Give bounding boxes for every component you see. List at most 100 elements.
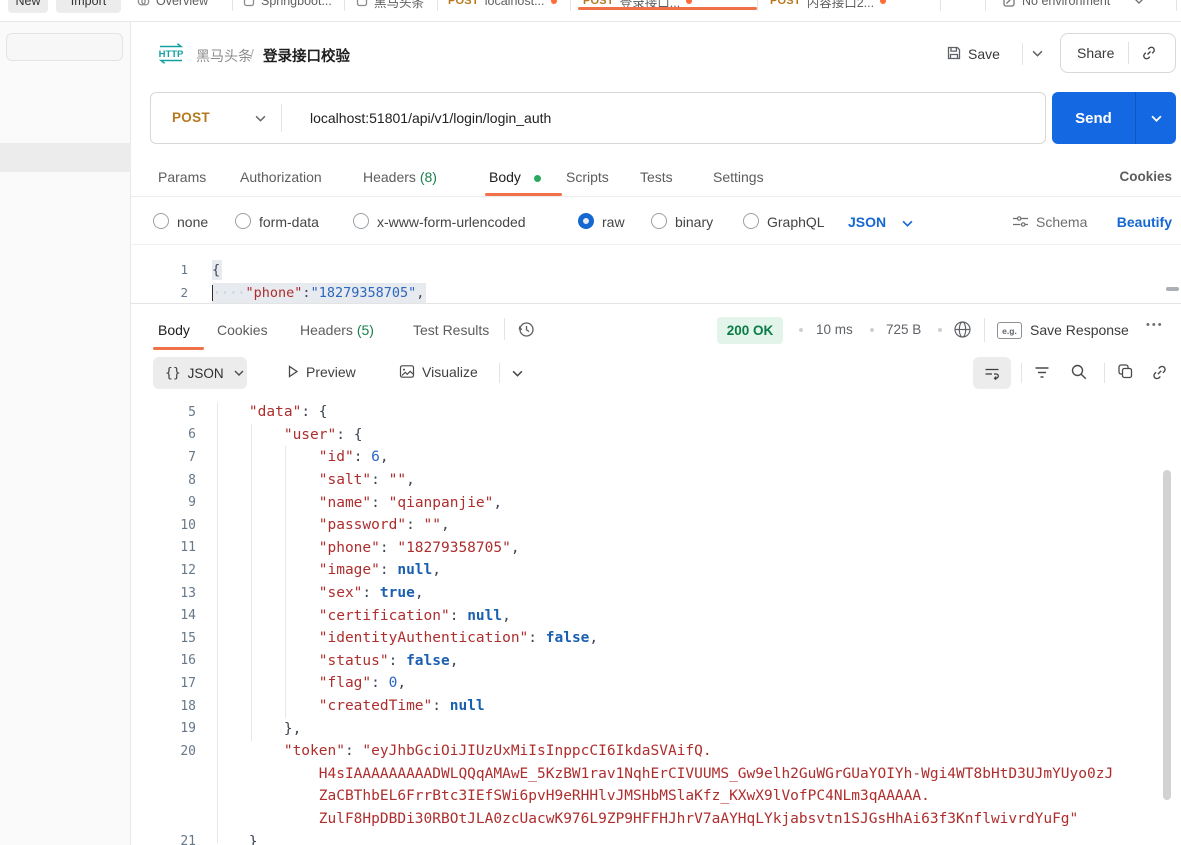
divider [344, 0, 345, 11]
url-input[interactable]: localhost:51801/api/v1/login/login_auth [310, 110, 551, 126]
more-options-icon[interactable]: ••• [1146, 319, 1164, 331]
active-tab-underline [578, 7, 757, 10]
response-tab-body[interactable]: Body [158, 322, 190, 338]
http-method-icon: HTTP [157, 43, 185, 64]
send-button[interactable]: Send [1052, 92, 1135, 144]
unsaved-dot [551, 0, 557, 4]
cookies-link[interactable]: Cookies [1119, 169, 1172, 184]
import-button[interactable]: Import [56, 0, 121, 13]
tab-params[interactable]: Params [158, 169, 206, 185]
code-line: 14 "certification": null, [131, 604, 1181, 627]
divider [1104, 363, 1105, 383]
method-label: POST [583, 0, 614, 7]
beautify-button[interactable]: Beautify [1117, 214, 1172, 230]
code-line: 2····"phone":"18279358705", [131, 281, 1181, 303]
save-options-chevron-icon[interactable] [1032, 50, 1043, 57]
response-history-icon[interactable] [517, 320, 536, 339]
status-badge[interactable]: 200 OK [717, 317, 783, 344]
tab-request-content[interactable]: POST 内容接口2... [770, 0, 886, 14]
tab-scripts[interactable]: Scripts [566, 169, 609, 185]
save-response-button[interactable]: Save Response [1030, 322, 1129, 338]
raw-language-selector[interactable]: JSON [848, 214, 886, 230]
method-chevron-icon[interactable] [255, 115, 266, 122]
sidebar-placeholder-box[interactable] [6, 33, 123, 61]
response-body-viewer: 5 "data": {6 "user": {7 "id": 6,8 "salt"… [131, 400, 1181, 845]
preview-button[interactable]: Preview [306, 364, 356, 380]
share-link-icon[interactable] [1129, 45, 1157, 61]
dot-separator [870, 328, 874, 332]
tab-request-localhost[interactable]: POST localhost... [448, 0, 557, 14]
request-url-box [150, 92, 1046, 144]
save-button[interactable]: Save [968, 46, 1000, 62]
method-selector[interactable]: POST [172, 110, 210, 125]
environment-selector[interactable]: No environment [1002, 0, 1144, 14]
response-format-selector[interactable]: {} JSON [153, 357, 247, 389]
copy-icon[interactable] [1117, 363, 1134, 380]
send-chevron-icon [1151, 115, 1162, 122]
indent-guide [217, 402, 218, 843]
editor-scrollbar[interactable] [1166, 287, 1179, 291]
sidebar-placeholder-item[interactable] [0, 143, 131, 172]
save-icon [946, 45, 962, 61]
radio-urlencoded-label[interactable]: x-www-form-urlencoded [377, 214, 526, 230]
tab-authorization[interactable]: Authorization [240, 169, 322, 185]
response-size[interactable]: 725 B [886, 322, 921, 337]
radio-form-data-label[interactable]: form-data [259, 214, 319, 230]
response-tab-cookies[interactable]: Cookies [217, 322, 268, 338]
active-tab-underline [153, 347, 204, 350]
line-number: 14 [131, 608, 196, 623]
response-tab-headers[interactable]: Headers (5) [300, 322, 374, 338]
language-chevron-icon[interactable] [902, 220, 913, 227]
tab-headers[interactable]: Headers (8) [363, 169, 437, 185]
divider [281, 104, 282, 132]
divider [985, 0, 986, 11]
divider [940, 0, 941, 11]
collection-icon [356, 0, 368, 7]
visualize-button[interactable]: Visualize [422, 364, 478, 380]
response-tab-test-results[interactable]: Test Results [413, 322, 489, 338]
radio-none-label[interactable]: none [177, 214, 208, 230]
radio-none[interactable] [153, 213, 169, 229]
visualize-icon[interactable] [399, 364, 415, 379]
schema-button[interactable]: Schema [1036, 214, 1087, 230]
network-globe-icon[interactable] [952, 319, 973, 340]
request-body-editor[interactable]: 1{2····"phone":"18279358705", [131, 246, 1181, 303]
radio-urlencoded[interactable] [353, 213, 369, 229]
search-icon[interactable] [1070, 363, 1088, 381]
code-line: H4sIAAAAAAAAADWLQQqAMAwE_5KzBW1rav1NqhEr… [131, 763, 1181, 786]
new-button[interactable]: New [8, 0, 48, 13]
tab-overview[interactable]: Overview [137, 0, 208, 14]
preview-play-icon[interactable] [287, 365, 299, 378]
panel-splitter[interactable] [131, 303, 1181, 304]
radio-graphql[interactable] [743, 213, 759, 229]
schema-icon [1012, 215, 1029, 228]
tab-label: 内容接口2... [807, 0, 874, 11]
tab-collection[interactable]: 黑马头条 [356, 0, 424, 14]
filter-icon[interactable] [1034, 366, 1050, 379]
radio-binary[interactable] [651, 213, 667, 229]
breadcrumb-collection[interactable]: 黑马头条 [196, 46, 252, 66]
share-button-group: Share [1060, 33, 1176, 73]
radio-form-data[interactable] [235, 213, 251, 229]
tab-springboot[interactable]: Springboot... [243, 0, 332, 14]
share-button[interactable]: Share [1061, 45, 1128, 61]
radio-raw-label[interactable]: raw [602, 214, 625, 230]
tab-label: localhost... [485, 0, 545, 8]
response-scrollbar[interactable] [1163, 470, 1171, 800]
response-code-lines: 5 "data": {6 "user": {7 "id": 6,8 "salt"… [131, 401, 1181, 845]
environment-label: No environment [1022, 0, 1110, 8]
send-options-button[interactable] [1135, 92, 1176, 144]
wrap-text-toggle[interactable] [973, 357, 1011, 389]
radio-graphql-label[interactable]: GraphQL [767, 214, 825, 230]
line-number: 15 [131, 631, 196, 646]
radio-binary-label[interactable]: binary [675, 214, 713, 230]
tab-tests[interactable]: Tests [640, 169, 673, 185]
visualize-chevron-icon[interactable] [512, 370, 523, 377]
link-icon[interactable] [1151, 364, 1168, 381]
radio-raw[interactable] [578, 213, 594, 229]
response-time[interactable]: 10 ms [816, 322, 853, 337]
workspace-tab-bar: New Import Overview Springboot... 黑马头条 P… [0, 0, 1181, 22]
tab-body[interactable]: Body [489, 169, 521, 185]
unsaved-dot [686, 0, 692, 4]
tab-settings[interactable]: Settings [713, 169, 764, 185]
